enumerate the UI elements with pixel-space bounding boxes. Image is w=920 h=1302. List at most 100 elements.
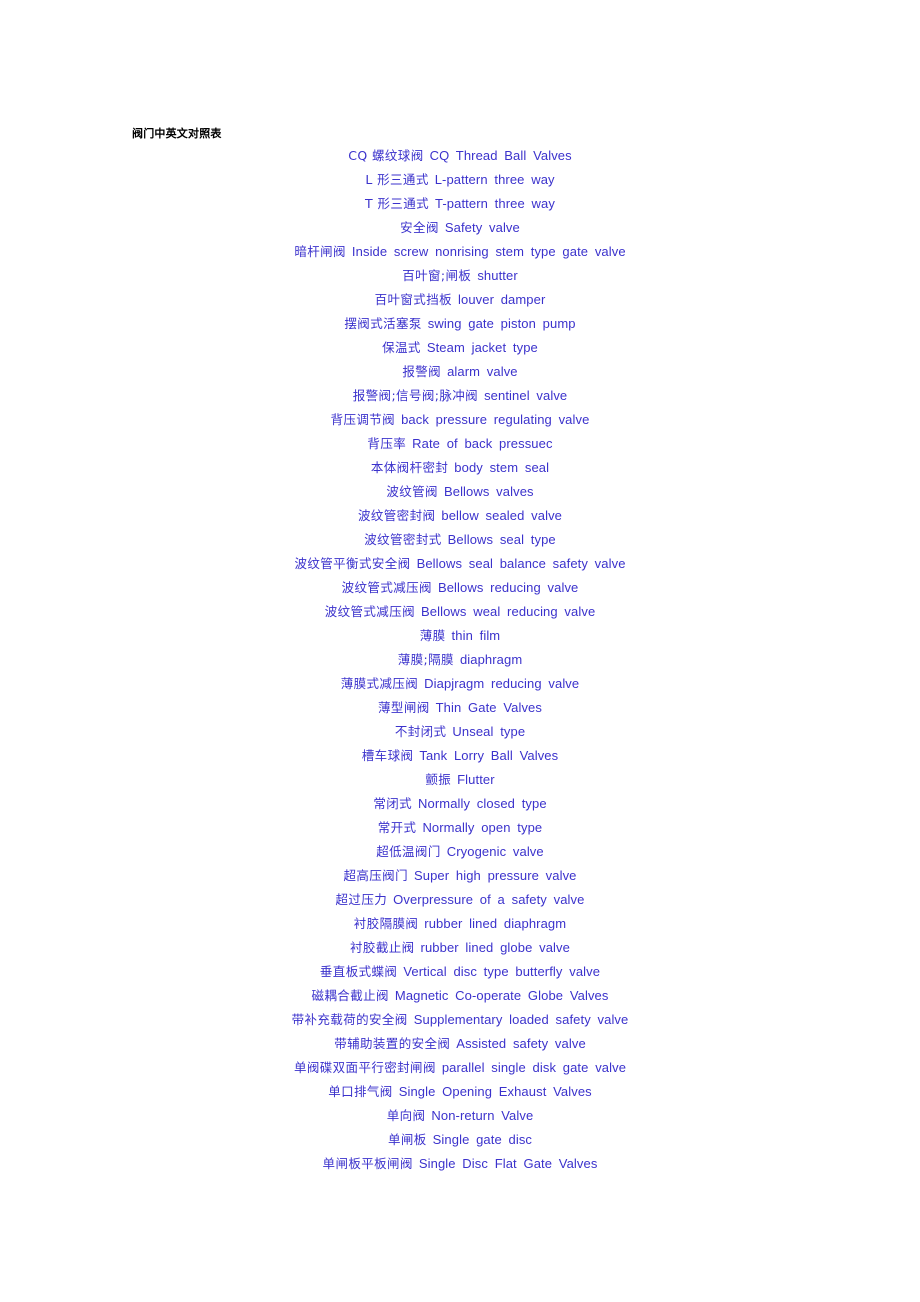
term-chinese: 带辅助装置的安全阀 <box>334 1036 451 1051</box>
list-item: 超过压力 Overpressure of a safety valve <box>0 888 920 912</box>
list-item: 波纹管平衡式安全阀 Bellows seal balance safety val… <box>0 552 920 576</box>
term-english: diaphragm <box>459 652 523 667</box>
list-item: 单闸板平板闸阀 Single Disc Flat Gate Valves <box>0 1152 920 1176</box>
term-chinese: 波纹管密封阀 <box>357 508 436 523</box>
term-chinese: 磁耦合截止阀 <box>311 988 389 1003</box>
term-english: Bellows seal balance safety valve <box>416 556 626 571</box>
list-item: 暗杆闸阀 Inside screw nonrising stem type gat… <box>0 240 920 264</box>
term-english: rubber lined diaphragm <box>424 916 567 931</box>
term-english: thin film <box>451 628 501 643</box>
list-item: 波纹管密封式 Bellows seal type <box>0 528 920 552</box>
term-chinese: 常闭式 <box>373 796 413 811</box>
term-english: Super high pressure valve <box>413 868 577 883</box>
term-english: alarm valve <box>447 364 518 379</box>
list-item: 垂直板式蝶阀 Vertical disc type butterfly valve <box>0 960 920 984</box>
term-english: Single Disc Flat Gate Valves <box>418 1156 598 1171</box>
term-chinese: 带补充载荷的安全阀 <box>291 1012 408 1027</box>
term-english: Unseal type <box>452 724 526 739</box>
term-chinese: 本体阀杆密封 <box>370 460 449 475</box>
term-english: T-pattern three way <box>435 196 555 211</box>
term-english: Flutter <box>457 772 495 787</box>
term-english: Bellows reducing valve <box>437 580 579 595</box>
term-chinese: L 形三通式 <box>365 172 429 187</box>
term-chinese: 薄膜;隔膜 <box>397 652 454 667</box>
term-chinese: 波纹管平衡式安全阀 <box>294 556 411 571</box>
term-chinese: 垂直板式蝶阀 <box>319 964 398 979</box>
term-chinese: 不封闭式 <box>394 724 447 739</box>
list-item: 超高压阀门 Super high pressure valve <box>0 864 920 888</box>
term-chinese: 保温式 <box>382 340 421 355</box>
term-chinese: 波纹管式减压阀 <box>324 604 415 619</box>
list-item: 本体阀杆密封 body stem seal <box>0 456 920 480</box>
list-item: 保温式 Steam jacket type <box>0 336 920 360</box>
term-english: sentinel valve <box>484 388 568 403</box>
term-english: shutter <box>477 268 518 283</box>
term-english: Bellows weal reducing valve <box>421 604 596 619</box>
term-english: rubber lined globe valve <box>420 940 570 955</box>
list-item: 薄膜式减压阀 Diapjragm reducing valve <box>0 672 920 696</box>
term-english: body stem seal <box>454 460 550 475</box>
list-item: 颤振 Flutter <box>0 768 920 792</box>
term-english: Single Opening Exhaust Valves <box>398 1084 592 1099</box>
term-english: louver damper <box>458 292 546 307</box>
list-item: 波纹管式减压阀 Bellows weal reducing valve <box>0 600 920 624</box>
term-chinese: 薄型闸阀 <box>378 700 430 715</box>
list-item: 波纹管密封阀 bellow sealed valve <box>0 504 920 528</box>
list-item: 衬胶截止阀 rubber lined globe valve <box>0 936 920 960</box>
term-chinese: 槽车球阀 <box>361 748 414 763</box>
glossary-list: CQ 螺纹球阀 CQ Thread Ball Valves L 形三通式 L-patt… <box>0 144 920 1176</box>
list-item: 带辅助装置的安全阀 Assisted safety valve <box>0 1032 920 1056</box>
term-english: parallel single disk gate valve <box>441 1060 627 1075</box>
list-item: 薄型闸阀 Thin Gate Valves <box>0 696 920 720</box>
term-chinese: 单阀碟双面平行密封闸阀 <box>293 1060 436 1075</box>
term-english: Thin Gate Valves <box>435 700 542 715</box>
term-chinese: 背压率 <box>367 436 407 451</box>
term-chinese: 报警阀;信号阀;脉冲阀 <box>352 388 479 403</box>
term-english: Vertical disc type butterfly valve <box>403 964 601 979</box>
term-chinese: CQ 螺纹球阀 <box>348 148 424 163</box>
term-english: swing gate piston pump <box>427 316 576 331</box>
term-chinese: 单口排气阀 <box>328 1084 393 1099</box>
term-chinese: 薄膜式减压阀 <box>340 676 419 691</box>
term-english: Bellows valves <box>443 484 534 499</box>
list-item: 摆阀式活塞泵 swing gate piston pump <box>0 312 920 336</box>
term-chinese: 报警阀 <box>402 364 442 379</box>
list-item: 单阀碟双面平行密封闸阀 parallel single disk gate val… <box>0 1056 920 1080</box>
term-english: Inside screw nonrising stem type gate va… <box>351 244 626 259</box>
term-chinese: 波纹管阀 <box>386 484 438 499</box>
term-english: Assisted safety valve <box>456 1036 586 1051</box>
term-chinese: 波纹管密封式 <box>364 532 442 547</box>
term-english: L-pattern three way <box>434 172 555 187</box>
term-chinese: 单闸板平板闸阀 <box>322 1156 413 1171</box>
list-item: 带补充载荷的安全阀 Supplementary loaded safety val… <box>0 1008 920 1032</box>
term-chinese: T 形三通式 <box>365 196 430 211</box>
term-chinese: 超过压力 <box>335 892 388 907</box>
term-english: Safety valve <box>444 220 520 235</box>
term-chinese: 百叶窗式挡板 <box>374 292 452 307</box>
term-chinese: 单向阀 <box>386 1108 426 1123</box>
term-english: CQ Thread Ball Valves <box>429 148 572 163</box>
term-english: Diapjragm reducing valve <box>424 676 580 691</box>
list-item: 报警阀;信号阀;脉冲阀 sentinel valve <box>0 384 920 408</box>
term-chinese: 薄膜 <box>419 628 446 643</box>
list-item: T 形三通式 T-pattern three way <box>0 192 920 216</box>
list-item: 常开式 Normally open type <box>0 816 920 840</box>
term-chinese: 超高压阀门 <box>343 868 408 883</box>
term-chinese: 背压调节阀 <box>330 412 396 427</box>
list-item: 薄膜 thin film <box>0 624 920 648</box>
term-chinese: 安全阀 <box>400 220 439 235</box>
list-item: 衬胶隔膜阀 rubber lined diaphragm <box>0 912 920 936</box>
page-title: 阀门中英文对照表 <box>132 128 222 140</box>
list-item: CQ 螺纹球阀 CQ Thread Ball Valves <box>0 144 920 168</box>
term-english: Single gate disc <box>432 1132 533 1147</box>
list-item: 安全阀 Safety valve <box>0 216 920 240</box>
term-english: Supplementary loaded safety valve <box>413 1012 629 1027</box>
list-item: 磁耦合截止阀 Magnetic Co-operate Globe Valves <box>0 984 920 1008</box>
term-chinese: 衬胶截止阀 <box>350 940 415 955</box>
term-chinese: 超低温阀门 <box>376 844 441 859</box>
list-item: 不封闭式 Unseal type <box>0 720 920 744</box>
term-english: Magnetic Co-operate Globe Valves <box>394 988 609 1003</box>
list-item: 波纹管阀 Bellows valves <box>0 480 920 504</box>
list-item: 单闸板 Single gate disc <box>0 1128 920 1152</box>
term-english: Steam jacket type <box>426 340 538 355</box>
